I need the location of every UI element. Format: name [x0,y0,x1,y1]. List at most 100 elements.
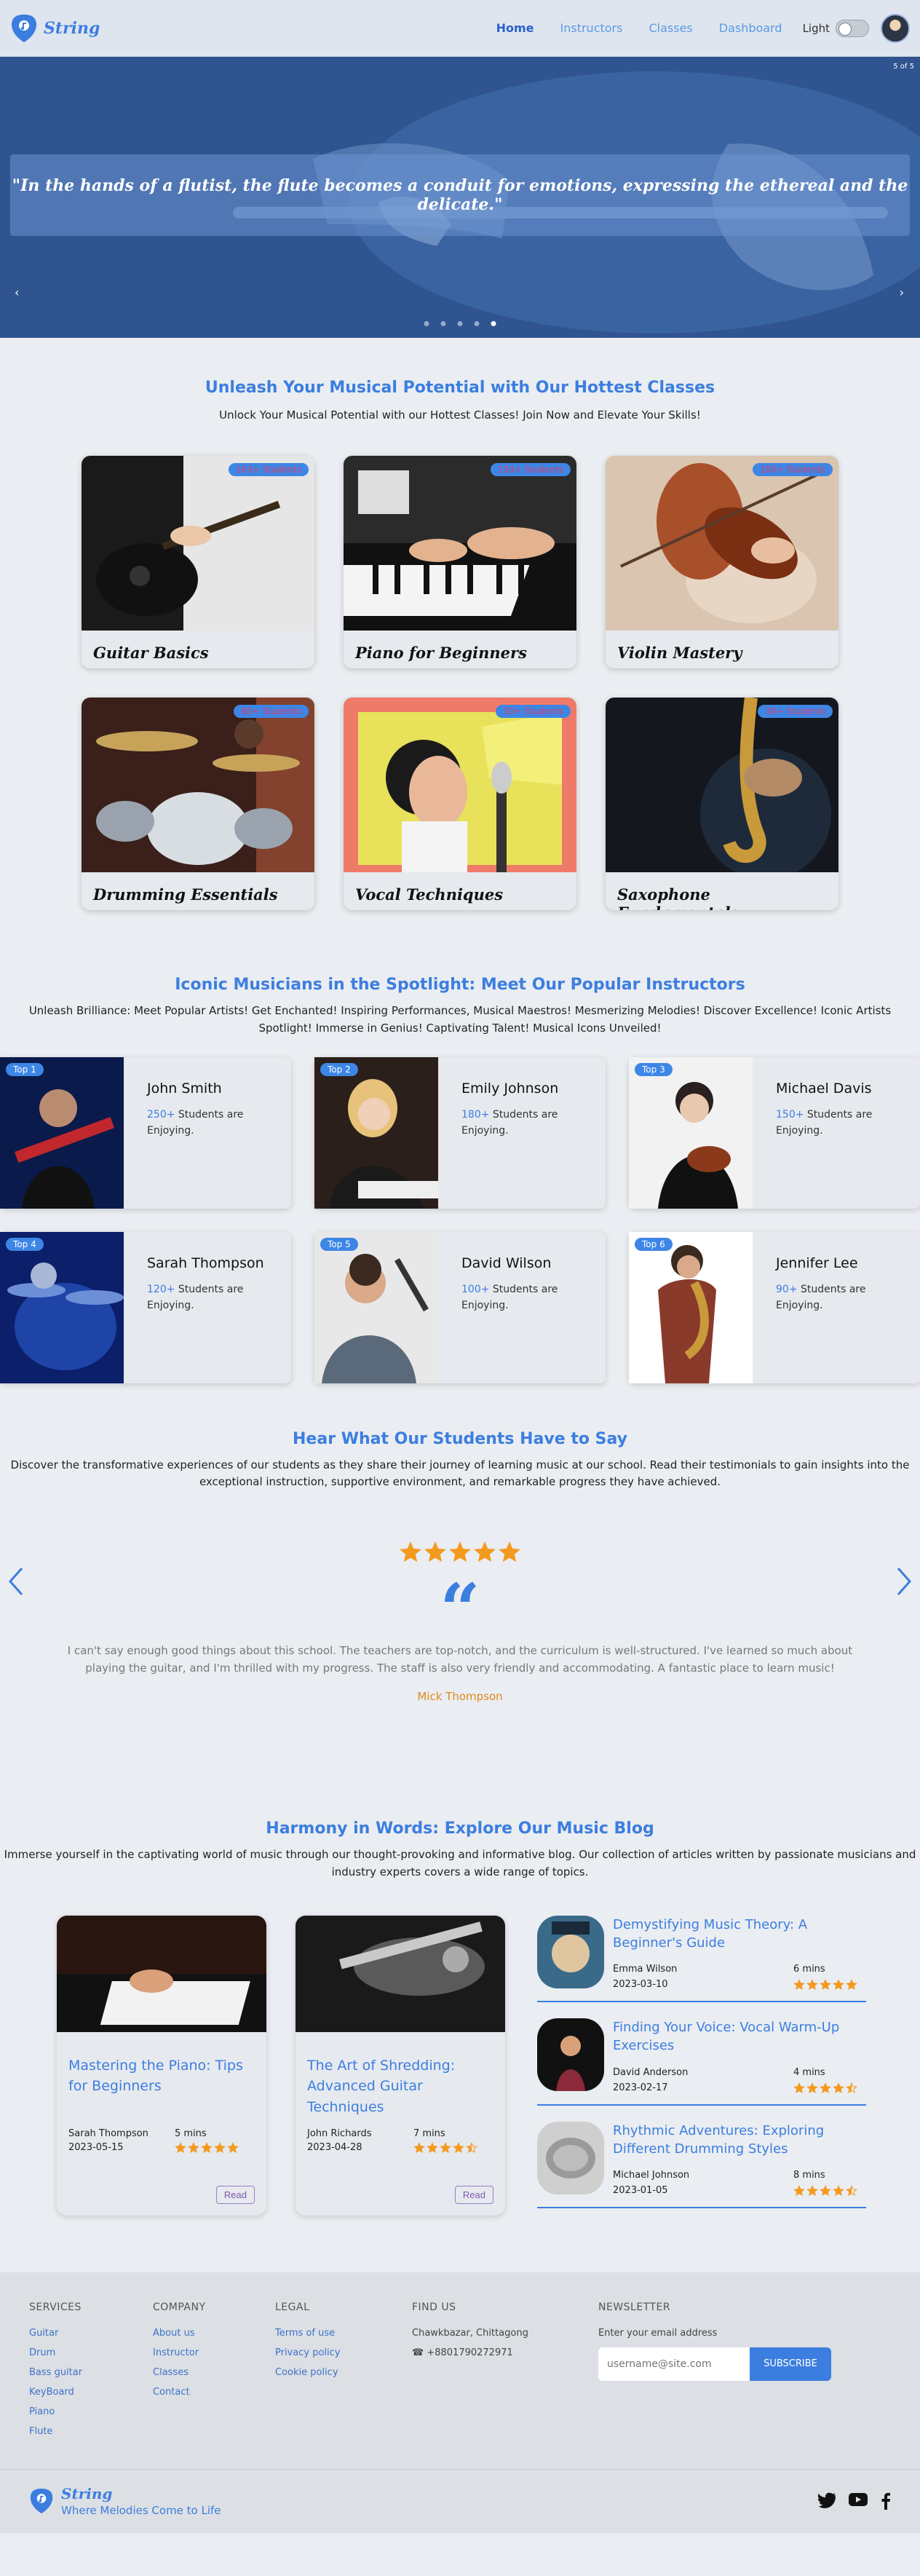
star-icon [449,1541,471,1562]
star-icon [833,1979,844,1991]
footer-phone: +8801790272971 [427,2347,513,2358]
footer-address: Chawkbazar, Chittagong [412,2327,528,2339]
nav-classes[interactable]: Classes [649,21,692,35]
youtube-icon[interactable] [849,2492,868,2507]
instructor-card[interactable]: Top 4 Sarah Thompson 120+ Students are E… [0,1231,291,1383]
footer-link[interactable]: Flute [29,2426,153,2437]
nav-home[interactable]: Home [496,21,534,35]
instructor-photo [314,1231,438,1383]
blog-rating [793,2082,866,2094]
blog-date: 2023-03-10 [613,1979,668,1991]
footer-link[interactable]: Guitar [29,2328,153,2339]
carousel-dot[interactable] [440,321,446,326]
carousel-dot[interactable] [424,321,429,326]
instructor-card[interactable]: Top 6 Jennifer Lee 90+ Students are Enjo… [629,1231,920,1383]
class-card[interactable]: 80+ Students Drumming Essentials [82,698,314,911]
footer-link[interactable]: Piano [29,2406,153,2417]
testimonial-prev-icon[interactable] [7,1565,25,1597]
footer-brand-name: String [61,2485,113,2503]
carousel-dot[interactable] [457,321,463,326]
newsletter-email-input[interactable] [598,2347,750,2381]
blog-list-title[interactable]: Rhythmic Adventures: Exploring Different… [613,2122,866,2158]
student-count: 180+ [461,1108,490,1121]
testimonials-section: Hear What Our Students Have to Say Disco… [0,1383,920,1703]
blog-card-title[interactable]: Mastering the Piano: Tips for Beginners [57,2035,266,2125]
blog-list-item[interactable]: Demystifying Music Theory: A Beginner's … [537,1915,866,2003]
blog-list-item[interactable]: Finding Your Voice: Vocal Warm-Up Exerci… [537,2018,866,2106]
testimonial-next-icon[interactable] [895,1565,913,1597]
testimonial-text: I can't say enough good things about thi… [67,1644,853,1675]
brand-logo[interactable]: String [10,13,100,44]
twitter-icon[interactable] [818,2492,836,2509]
subscribe-button[interactable]: SUBSCRIBE [750,2347,831,2381]
user-avatar[interactable] [881,13,910,43]
instructor-name: John Smith [147,1080,222,1097]
students-badge: 150+ Students [490,463,571,477]
instructor-photo [629,1056,753,1209]
hero-prev-arrow[interactable]: ‹ [15,285,19,299]
footer-link[interactable]: Cookie policy [275,2367,412,2378]
brand-name: String [44,18,100,38]
instructor-card[interactable]: Top 5 David Wilson 100+ Students are Enj… [314,1231,606,1383]
instructor-name: Jennifer Lee [776,1255,858,1271]
carousel-dot[interactable] [474,321,480,326]
class-name: Guitar Basics [93,644,209,663]
slide-counter: 5 of 5 [893,63,914,71]
footer-link[interactable]: Contact [153,2387,275,2398]
theme-toggle[interactable] [836,19,869,37]
facebook-icon[interactable] [881,2492,891,2510]
blog-list-item[interactable]: Rhythmic Adventures: Exploring Different… [537,2121,866,2208]
guitar-pick-icon [30,2489,53,2514]
instructor-card[interactable]: Top 1 John Smith 250+ Students are Enjoy… [0,1056,291,1209]
testimonial-rating [0,1541,920,1563]
class-card[interactable]: 150+ Students Piano for Beginners [344,456,576,669]
star-icon [427,2141,438,2153]
blog-card-title[interactable]: The Art of Shredding: Advanced Guitar Te… [296,2035,505,2125]
nav-dashboard[interactable]: Dashboard [719,21,782,35]
blog-sidebar: Demystifying Music Theory: A Beginner's … [537,1915,866,2224]
class-card[interactable]: 163+ Students Guitar Basics [82,456,314,669]
instructor-card[interactable]: Top 3 Michael Davis 150+ Students are En… [629,1056,920,1209]
blog-list-title[interactable]: Finding Your Voice: Vocal Warm-Up Exerci… [613,2018,866,2055]
nav-instructors[interactable]: Instructors [560,21,623,35]
rank-badge: Top 4 [6,1237,44,1251]
blog-list-title[interactable]: Demystifying Music Theory: A Beginner's … [613,1916,866,1952]
class-card[interactable]: 100+ Students Violin Mastery [606,456,838,669]
read-button[interactable]: Read [454,2185,493,2204]
rank-badge: Top 1 [6,1062,44,1076]
footer-link[interactable]: Drum [29,2347,153,2358]
instructor-students: 180+ Students are Enjoying. [461,1107,563,1139]
hottest-classes-section: Unleash Your Musical Potential with Our … [0,338,920,911]
blog-author: John Richards [307,2127,372,2139]
carousel-dot-active[interactable] [491,321,496,326]
instructor-card[interactable]: Top 2 Emily Johnson 180+ Students are En… [314,1056,606,1209]
star-icon [793,2184,805,2196]
blog-date: 2023-05-15 [68,2141,124,2153]
students-badge: 50+ Students [496,705,571,719]
blog-title: Harmony in Words: Explore Our Music Blog [266,1820,654,1838]
read-button[interactable]: Read [215,2185,255,2204]
footer-link[interactable]: KeyBoard [29,2387,153,2398]
blog-list-meta: Emma Wilson 2023-03-10 6 mins [613,1959,866,1991]
hero-next-arrow[interactable]: › [900,285,904,299]
violin-class-image [606,456,838,631]
footer-link[interactable]: Instructor [153,2347,275,2358]
star-icon [793,2082,805,2093]
blog-layout: Mastering the Piano: Tips for Beginners … [0,1915,920,2224]
footer-columns: SERVICES Guitar Drum Bass guitar KeyBoar… [29,2302,891,2446]
footer-heading: FIND US [412,2301,456,2313]
footer-services: SERVICES Guitar Drum Bass guitar KeyBoar… [29,2302,153,2446]
footer-link[interactable]: Terms of use [275,2328,412,2339]
footer-link[interactable]: About us [153,2328,275,2339]
footer-link[interactable]: Classes [153,2367,275,2378]
instructor-students: 90+ Students are Enjoying. [776,1281,878,1314]
class-card[interactable]: 30+ Students Saxophone Fundamentals [606,698,838,911]
footer-link[interactable]: Privacy policy [275,2347,412,2358]
star-icon [400,1541,421,1562]
footer-link[interactable]: Bass guitar [29,2367,153,2378]
star-icon [806,2184,818,2196]
quote-icon: “ [440,1568,480,1651]
blog-section: Harmony in Words: Explore Our Music Blog… [0,1703,920,2224]
footer-phone-row: ☎ +8801790272971 [412,2347,598,2358]
class-card[interactable]: 50+ Students Vocal Techniques [344,698,576,911]
